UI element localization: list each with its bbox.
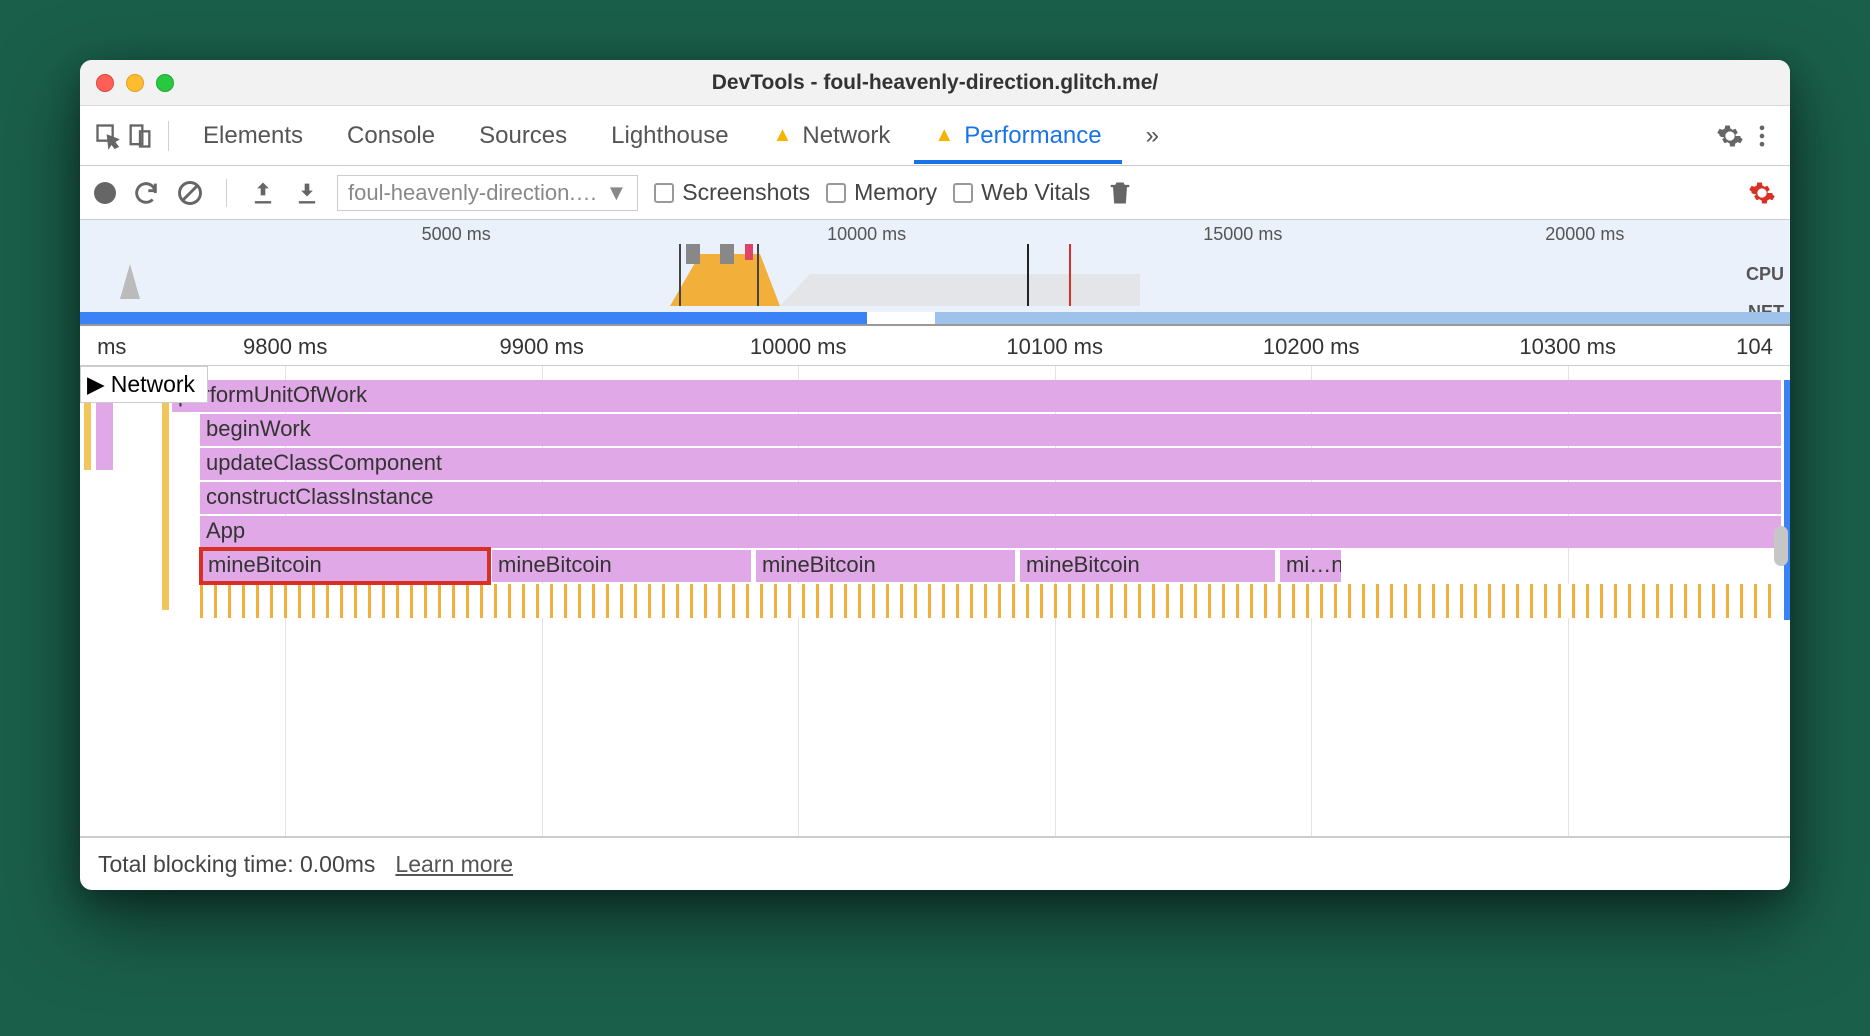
- flame-label: mineBitcoin: [762, 552, 876, 577]
- close-window-button[interactable]: [96, 74, 114, 92]
- screenshots-checkbox[interactable]: Screenshots: [654, 179, 810, 206]
- tick-label: 10200 ms: [1263, 334, 1360, 360]
- flame-bar-performunitofwork[interactable]: performUnitOfWork: [172, 380, 1782, 412]
- devtools-tabs: Elements Console Sources Lighthouse ▲ Net…: [80, 106, 1790, 166]
- section-network-header[interactable]: ▶ Network: [80, 366, 208, 403]
- webvitals-checkbox[interactable]: Web Vitals: [953, 179, 1090, 206]
- traffic-lights: [96, 74, 174, 92]
- flame-bar-updateclasscomponent[interactable]: updateClassComponent: [200, 448, 1782, 480]
- tab-label: Console: [347, 122, 435, 150]
- clear-button[interactable]: [176, 179, 204, 207]
- kebab-menu-icon[interactable]: [1748, 122, 1776, 150]
- overview-timeline[interactable]: 5000 ms 10000 ms 15000 ms 20000 ms CPU N…: [80, 220, 1790, 326]
- reload-button[interactable]: [132, 179, 160, 207]
- warning-icon: ▲: [773, 124, 793, 147]
- recording-select[interactable]: foul-heavenly-direction.… ▼: [337, 175, 638, 211]
- flame-label: beginWork: [206, 416, 311, 441]
- section-label: Network: [111, 371, 195, 398]
- memory-checkbox[interactable]: Memory: [826, 179, 937, 206]
- flame-bar-beginwork[interactable]: beginWork: [200, 414, 1782, 446]
- maximize-window-button[interactable]: [156, 74, 174, 92]
- learn-more-link[interactable]: Learn more: [395, 851, 513, 878]
- tab-label: Elements: [203, 122, 303, 150]
- flame-bar-minebitcoin[interactable]: mineBitcoin: [1020, 550, 1276, 582]
- checkbox-label: Web Vitals: [981, 179, 1090, 206]
- next-task-bar[interactable]: [1784, 380, 1790, 620]
- flame-bar-constructclassinstance[interactable]: constructClassInstance: [200, 482, 1782, 514]
- tab-lighthouse[interactable]: Lighthouse: [591, 108, 748, 164]
- cpu-graph: [80, 244, 1790, 306]
- record-button[interactable]: [94, 182, 116, 204]
- performance-toolbar: foul-heavenly-direction.… ▼ Screenshots …: [80, 166, 1790, 220]
- chevron-down-icon: ▼: [605, 180, 627, 206]
- cpu-label: CPU: [1746, 264, 1784, 285]
- more-tabs-button[interactable]: »: [1126, 108, 1179, 164]
- flame-bar-app[interactable]: App: [200, 516, 1782, 548]
- detail-ruler[interactable]: ms 9800 ms 9900 ms 10000 ms 10100 ms 102…: [80, 326, 1790, 366]
- tick-label: 15000 ms: [1203, 224, 1282, 245]
- flame-label: mineBitcoin: [498, 552, 612, 577]
- flame-label: App: [206, 518, 245, 543]
- tbt-text: Total blocking time: 0.00ms: [98, 851, 375, 878]
- tick-label: 104: [1736, 334, 1773, 360]
- checkbox-label: Memory: [854, 179, 937, 206]
- minimize-window-button[interactable]: [126, 74, 144, 92]
- tick-label: 10000 ms: [827, 224, 906, 245]
- microtask-ticks: [200, 584, 1782, 618]
- tick-label: 9800 ms: [243, 334, 327, 360]
- flame-label: updateClassComponent: [206, 450, 442, 475]
- trash-icon[interactable]: [1106, 179, 1134, 207]
- flame-label: mi…n: [1286, 552, 1342, 577]
- tick-label: ms: [97, 334, 126, 360]
- tick-label: 5000 ms: [422, 224, 491, 245]
- upload-profile-button[interactable]: [249, 179, 277, 207]
- settings-gear-icon[interactable]: [1716, 122, 1744, 150]
- separator: [168, 121, 169, 151]
- devtools-window: DevTools - foul-heavenly-direction.glitc…: [80, 60, 1790, 890]
- tab-console[interactable]: Console: [327, 108, 455, 164]
- flame-bar-minebitcoin[interactable]: mineBitcoin: [492, 550, 752, 582]
- tab-network[interactable]: ▲ Network: [753, 108, 911, 164]
- tick-label: 10100 ms: [1006, 334, 1103, 360]
- tab-label: Performance: [964, 122, 1101, 150]
- separator: [226, 179, 227, 207]
- tick-label: 20000 ms: [1545, 224, 1624, 245]
- tab-label: Network: [802, 122, 890, 150]
- flame-bar-task[interactable]: [162, 380, 170, 610]
- titlebar: DevTools - foul-heavenly-direction.glitc…: [80, 60, 1790, 106]
- net-activity-bar: [80, 312, 867, 324]
- scrollbar-thumb[interactable]: [1774, 526, 1788, 566]
- flame-label: constructClassInstance: [206, 484, 433, 509]
- expand-triangle-icon: ▶: [87, 371, 105, 398]
- overview-ticks: 5000 ms 10000 ms 15000 ms 20000 ms: [80, 220, 1790, 242]
- flame-bar-minebitcoin[interactable]: mineBitcoin: [756, 550, 1016, 582]
- tick-label: 10300 ms: [1519, 334, 1616, 360]
- flame-bar-minebitcoin-truncated[interactable]: mi…n: [1280, 550, 1342, 582]
- footer-bar: Total blocking time: 0.00ms Learn more: [80, 836, 1790, 890]
- inspect-element-icon[interactable]: [94, 122, 122, 150]
- tab-elements[interactable]: Elements: [183, 108, 323, 164]
- flame-label: mineBitcoin: [208, 552, 322, 577]
- window-title: DevTools - foul-heavenly-direction.glitc…: [80, 71, 1790, 95]
- tab-label: Lighthouse: [611, 122, 728, 150]
- flame-label: mineBitcoin: [1026, 552, 1140, 577]
- tick-label: 9900 ms: [499, 334, 583, 360]
- device-toggle-icon[interactable]: [126, 122, 154, 150]
- capture-settings-gear-icon[interactable]: [1748, 179, 1776, 207]
- warning-icon: ▲: [934, 124, 954, 147]
- net-gap: [867, 312, 935, 324]
- tick-label: 10000 ms: [750, 334, 847, 360]
- flame-chart[interactable]: ▶ Network performUnitOfWork beginWork up…: [80, 366, 1790, 836]
- download-profile-button[interactable]: [293, 179, 321, 207]
- flame-bar-minebitcoin[interactable]: mineBitcoin: [202, 550, 488, 582]
- select-value: foul-heavenly-direction.…: [348, 180, 597, 206]
- tab-label: Sources: [479, 122, 567, 150]
- tab-sources[interactable]: Sources: [459, 108, 587, 164]
- tab-performance[interactable]: ▲ Performance: [914, 108, 1121, 164]
- net-activity-bar: [935, 312, 1790, 324]
- checkbox-label: Screenshots: [682, 179, 810, 206]
